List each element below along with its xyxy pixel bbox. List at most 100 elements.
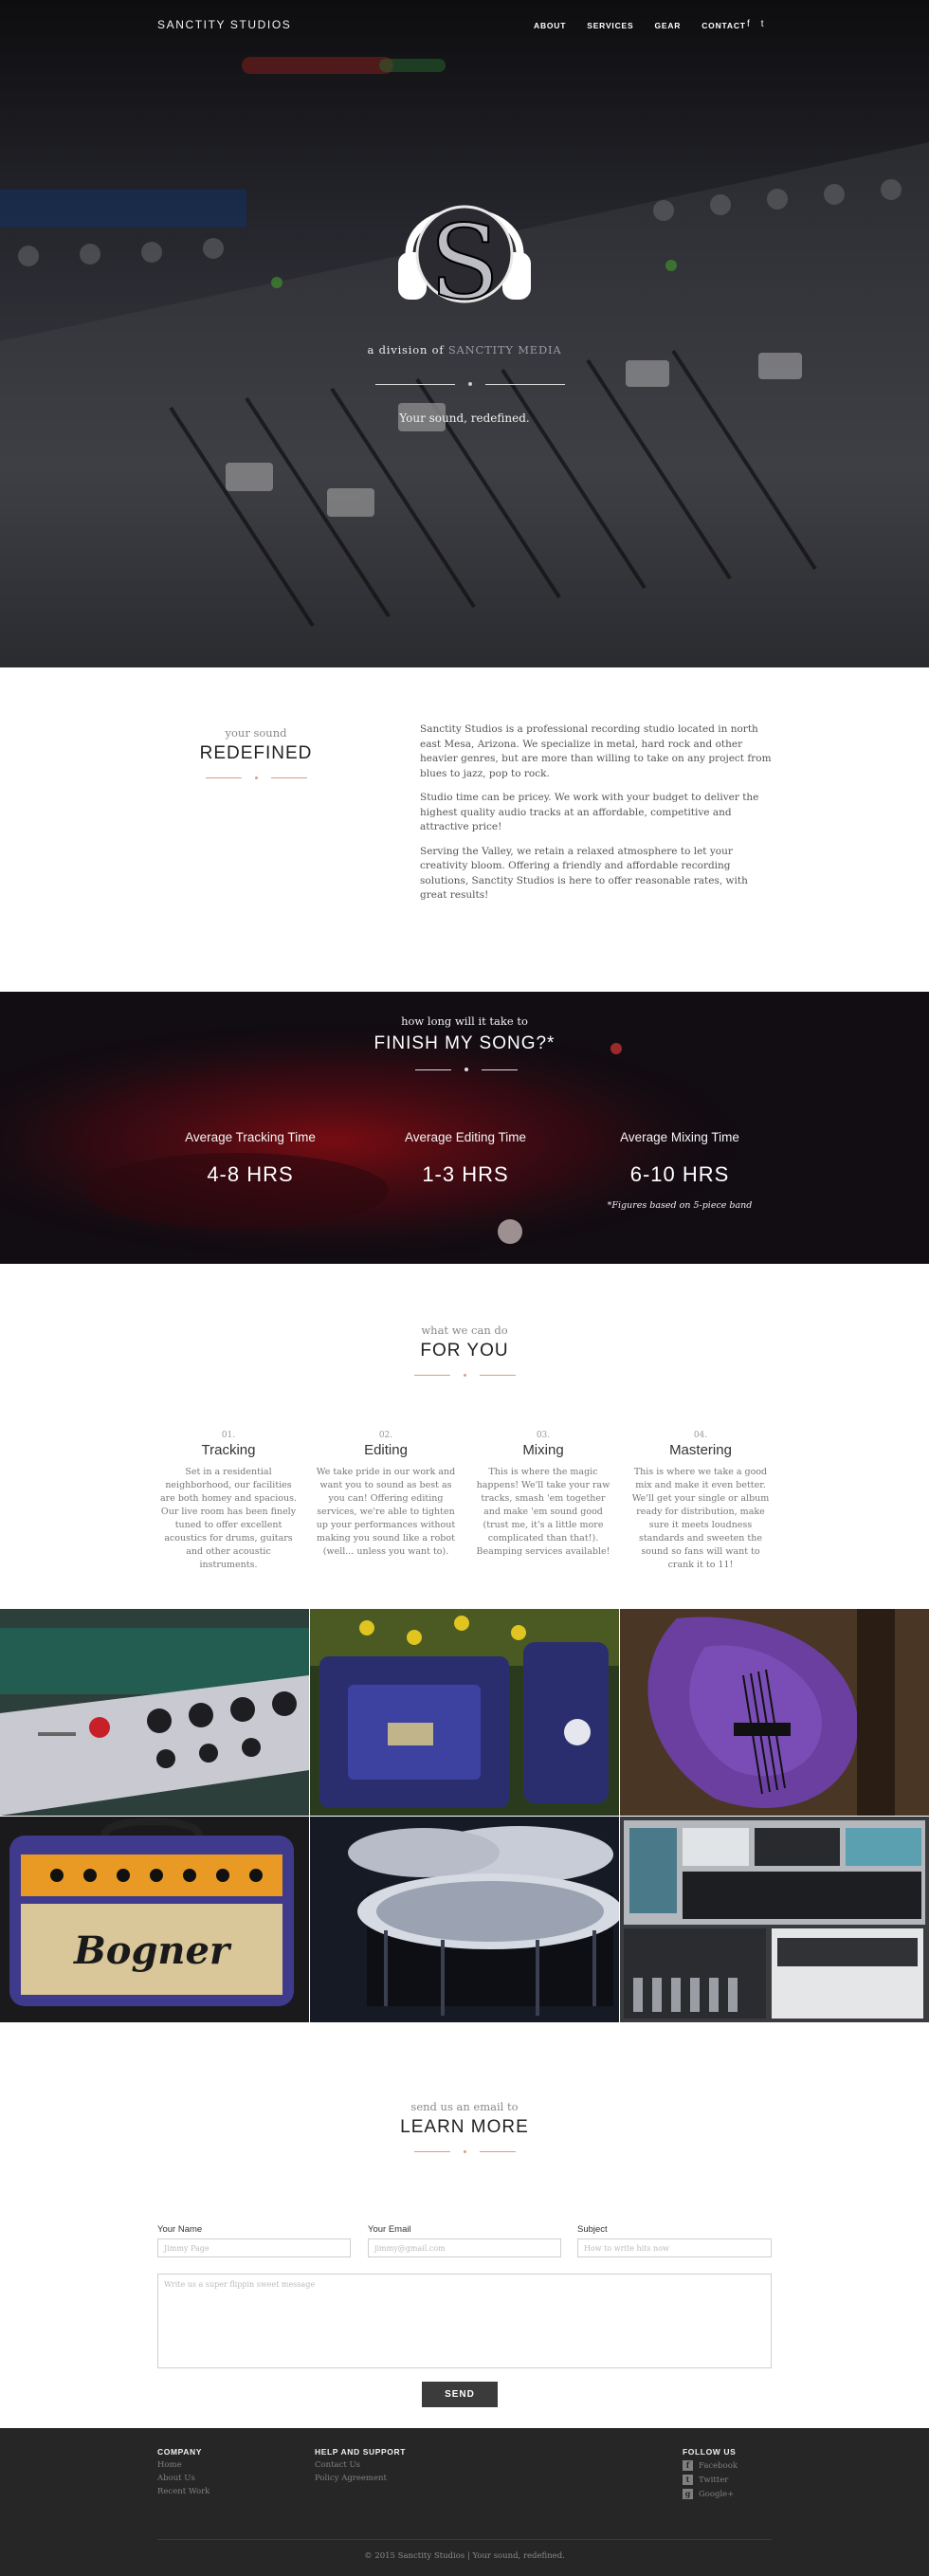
footer-link-contact[interactable]: Contact Us	[315, 2460, 406, 2470]
svg-text:S: S	[429, 204, 500, 322]
about-divider	[161, 776, 351, 779]
gallery-preamp-photo[interactable]	[0, 1609, 309, 1816]
hero-overlay	[0, 0, 929, 667]
gallery-drums-photo[interactable]	[310, 1817, 619, 2022]
message-field[interactable]: Write us a super flippin sweet message	[157, 2274, 772, 2368]
nav-about[interactable]: ABOUT	[534, 21, 566, 30]
service-description: This is where the magic happens! We'll t…	[476, 1467, 610, 1557]
amp-brand-label: Bogner	[73, 1928, 232, 1973]
nav-gear[interactable]: GEAR	[654, 21, 681, 30]
footer-link-google-plus[interactable]: g Google+	[683, 2489, 738, 2499]
footer-divider	[157, 2539, 772, 2540]
service-description: We take pride in our work and want you t…	[316, 1467, 456, 1557]
footer-link-twitter[interactable]: t Twitter	[683, 2475, 738, 2485]
twitter-icon[interactable]: t	[761, 19, 764, 29]
stat-footnote: *Figures based on 5-piece band	[607, 1200, 753, 1211]
footer-heading: HELP AND SUPPORT	[315, 2447, 407, 2457]
about-text: Sanctity Studios is a professional recor…	[420, 722, 773, 913]
gallery-guitar-photo[interactable]	[620, 1609, 929, 1816]
twitter-icon: t	[683, 2475, 693, 2485]
footer-heading: COMPANY	[157, 2447, 203, 2457]
service-mastering: 04. Mastering This is where we take a go…	[629, 1431, 772, 1572]
facebook-icon: f	[683, 2460, 693, 2471]
about-section: your sound REDEFINED Sanctity Studios is…	[0, 667, 929, 992]
finish-divider	[415, 1068, 518, 1071]
hero-divider	[375, 382, 565, 386]
stat-label: Average Mixing Time	[620, 1130, 739, 1144]
gear-gallery: Bogner	[0, 1609, 929, 2022]
headphones-logo-icon: S	[398, 203, 531, 323]
nav-contact[interactable]: CONTACT	[701, 21, 746, 30]
service-title: Tracking	[201, 1442, 256, 1458]
finish-overline: how long will it take to	[401, 1014, 528, 1028]
services-section: what we can do FOR YOU 01. Tracking Set …	[0, 1264, 929, 1609]
hero-section: SANCTITY STUDIOS ABOUT SERVICES GEAR CON…	[0, 0, 929, 667]
subject-field[interactable]: How to write hits now	[577, 2238, 772, 2257]
name-field[interactable]: Jimmy Page	[157, 2238, 351, 2257]
contact-section: send us an email to LEARN MORE Your Name…	[0, 2022, 929, 2428]
services-heading: FOR YOU	[420, 1341, 509, 1361]
footer-link-policy[interactable]: Policy Agreement	[315, 2474, 406, 2483]
footer-social-label: Twitter	[699, 2475, 729, 2485]
service-description: Set in a residential neighborhood, our f…	[159, 1467, 298, 1570]
footer-follow: FOLLOW US f Facebook t Twitter g Google+	[683, 2447, 738, 2499]
stat-value: 1-3 HRS	[422, 1162, 509, 1186]
contact-heading-block: send us an email to LEARN MORE	[0, 2100, 929, 2153]
footer-help: HELP AND SUPPORT Contact Us Policy Agree…	[315, 2447, 406, 2483]
about-heading: REDEFINED	[199, 743, 313, 763]
main-nav: ABOUT SERVICES GEAR CONTACT	[534, 21, 767, 30]
stat-value: 4-8 HRS	[207, 1162, 294, 1186]
service-number: 03.	[536, 1431, 551, 1440]
nav-services[interactable]: SERVICES	[587, 21, 633, 30]
stat-label: Average Tracking Time	[185, 1130, 316, 1144]
header-social: f t	[747, 19, 764, 29]
email-label: Your Email	[368, 2224, 411, 2235]
division-prefix: a division of	[367, 343, 448, 356]
footer-link-home[interactable]: Home	[157, 2460, 209, 2470]
gallery-daw-photo[interactable]	[620, 1817, 929, 2022]
footer-social-label: Facebook	[699, 2460, 738, 2471]
service-number: 01.	[221, 1431, 236, 1440]
service-editing: 02. Editing We take pride in our work an…	[315, 1431, 457, 1559]
footer-link-recent-work[interactable]: Recent Work	[157, 2487, 209, 2496]
gallery-microphone-photo[interactable]	[310, 1609, 619, 1816]
service-number: 04.	[693, 1431, 708, 1440]
stat-editing: Average Editing Time 1-3 HRS	[356, 1130, 574, 1187]
services-heading-block: what we can do FOR YOU	[0, 1324, 929, 1377]
service-tracking: 01. Tracking Set in a residential neighb…	[157, 1431, 300, 1572]
stat-label: Average Editing Time	[404, 1130, 527, 1144]
service-title: Editing	[364, 1442, 408, 1458]
finish-heading: FINISH MY SONG?*	[373, 1033, 556, 1053]
send-button[interactable]: SEND	[422, 2382, 498, 2407]
facebook-icon[interactable]: f	[747, 19, 750, 29]
name-label: Your Name	[157, 2224, 203, 2235]
about-paragraph: Sanctity Studios is a professional recor…	[420, 723, 772, 779]
contact-overline: send us an email to	[410, 2100, 519, 2113]
footer-company: COMPANY Home About Us Recent Work	[157, 2447, 209, 2496]
footer-social-label: Google+	[699, 2489, 735, 2499]
site-brand[interactable]: SANCTITY STUDIOS	[157, 18, 291, 31]
contact-heading: LEARN MORE	[400, 2117, 529, 2137]
services-divider	[0, 1374, 929, 1377]
studio-logo: S	[387, 167, 542, 323]
finish-section: how long will it take to FINISH MY SONG?…	[0, 992, 929, 1264]
service-mixing: 03. Mixing This is where the magic happe…	[472, 1431, 614, 1559]
about-overline: your sound	[225, 726, 287, 740]
subject-label: Subject	[577, 2224, 608, 2235]
services-overline: what we can do	[421, 1324, 508, 1337]
copyright: © 2015 Sanctity Studios | Your sound, re…	[364, 2551, 565, 2561]
contact-divider	[0, 2150, 929, 2153]
footer-link-facebook[interactable]: f Facebook	[683, 2460, 738, 2471]
service-title: Mastering	[669, 1442, 732, 1458]
stat-mixing: Average Mixing Time 6-10 HRS	[571, 1130, 789, 1187]
gallery-amp-photo[interactable]: Bogner	[0, 1817, 309, 2022]
division-name[interactable]: SANCTITY MEDIA	[448, 343, 562, 356]
division-line: a division of SANCTITY MEDIA	[0, 343, 929, 356]
google-plus-icon: g	[683, 2489, 693, 2499]
about-paragraph: Serving the Valley, we retain a relaxed …	[420, 845, 748, 902]
stat-tracking: Average Tracking Time 4-8 HRS	[141, 1130, 359, 1187]
footer-link-about[interactable]: About Us	[157, 2474, 209, 2483]
email-field[interactable]: jimmy@gmail.com	[368, 2238, 561, 2257]
stat-value: 6-10 HRS	[629, 1162, 730, 1186]
hero-tagline: Your sound, redefined.	[399, 411, 530, 425]
